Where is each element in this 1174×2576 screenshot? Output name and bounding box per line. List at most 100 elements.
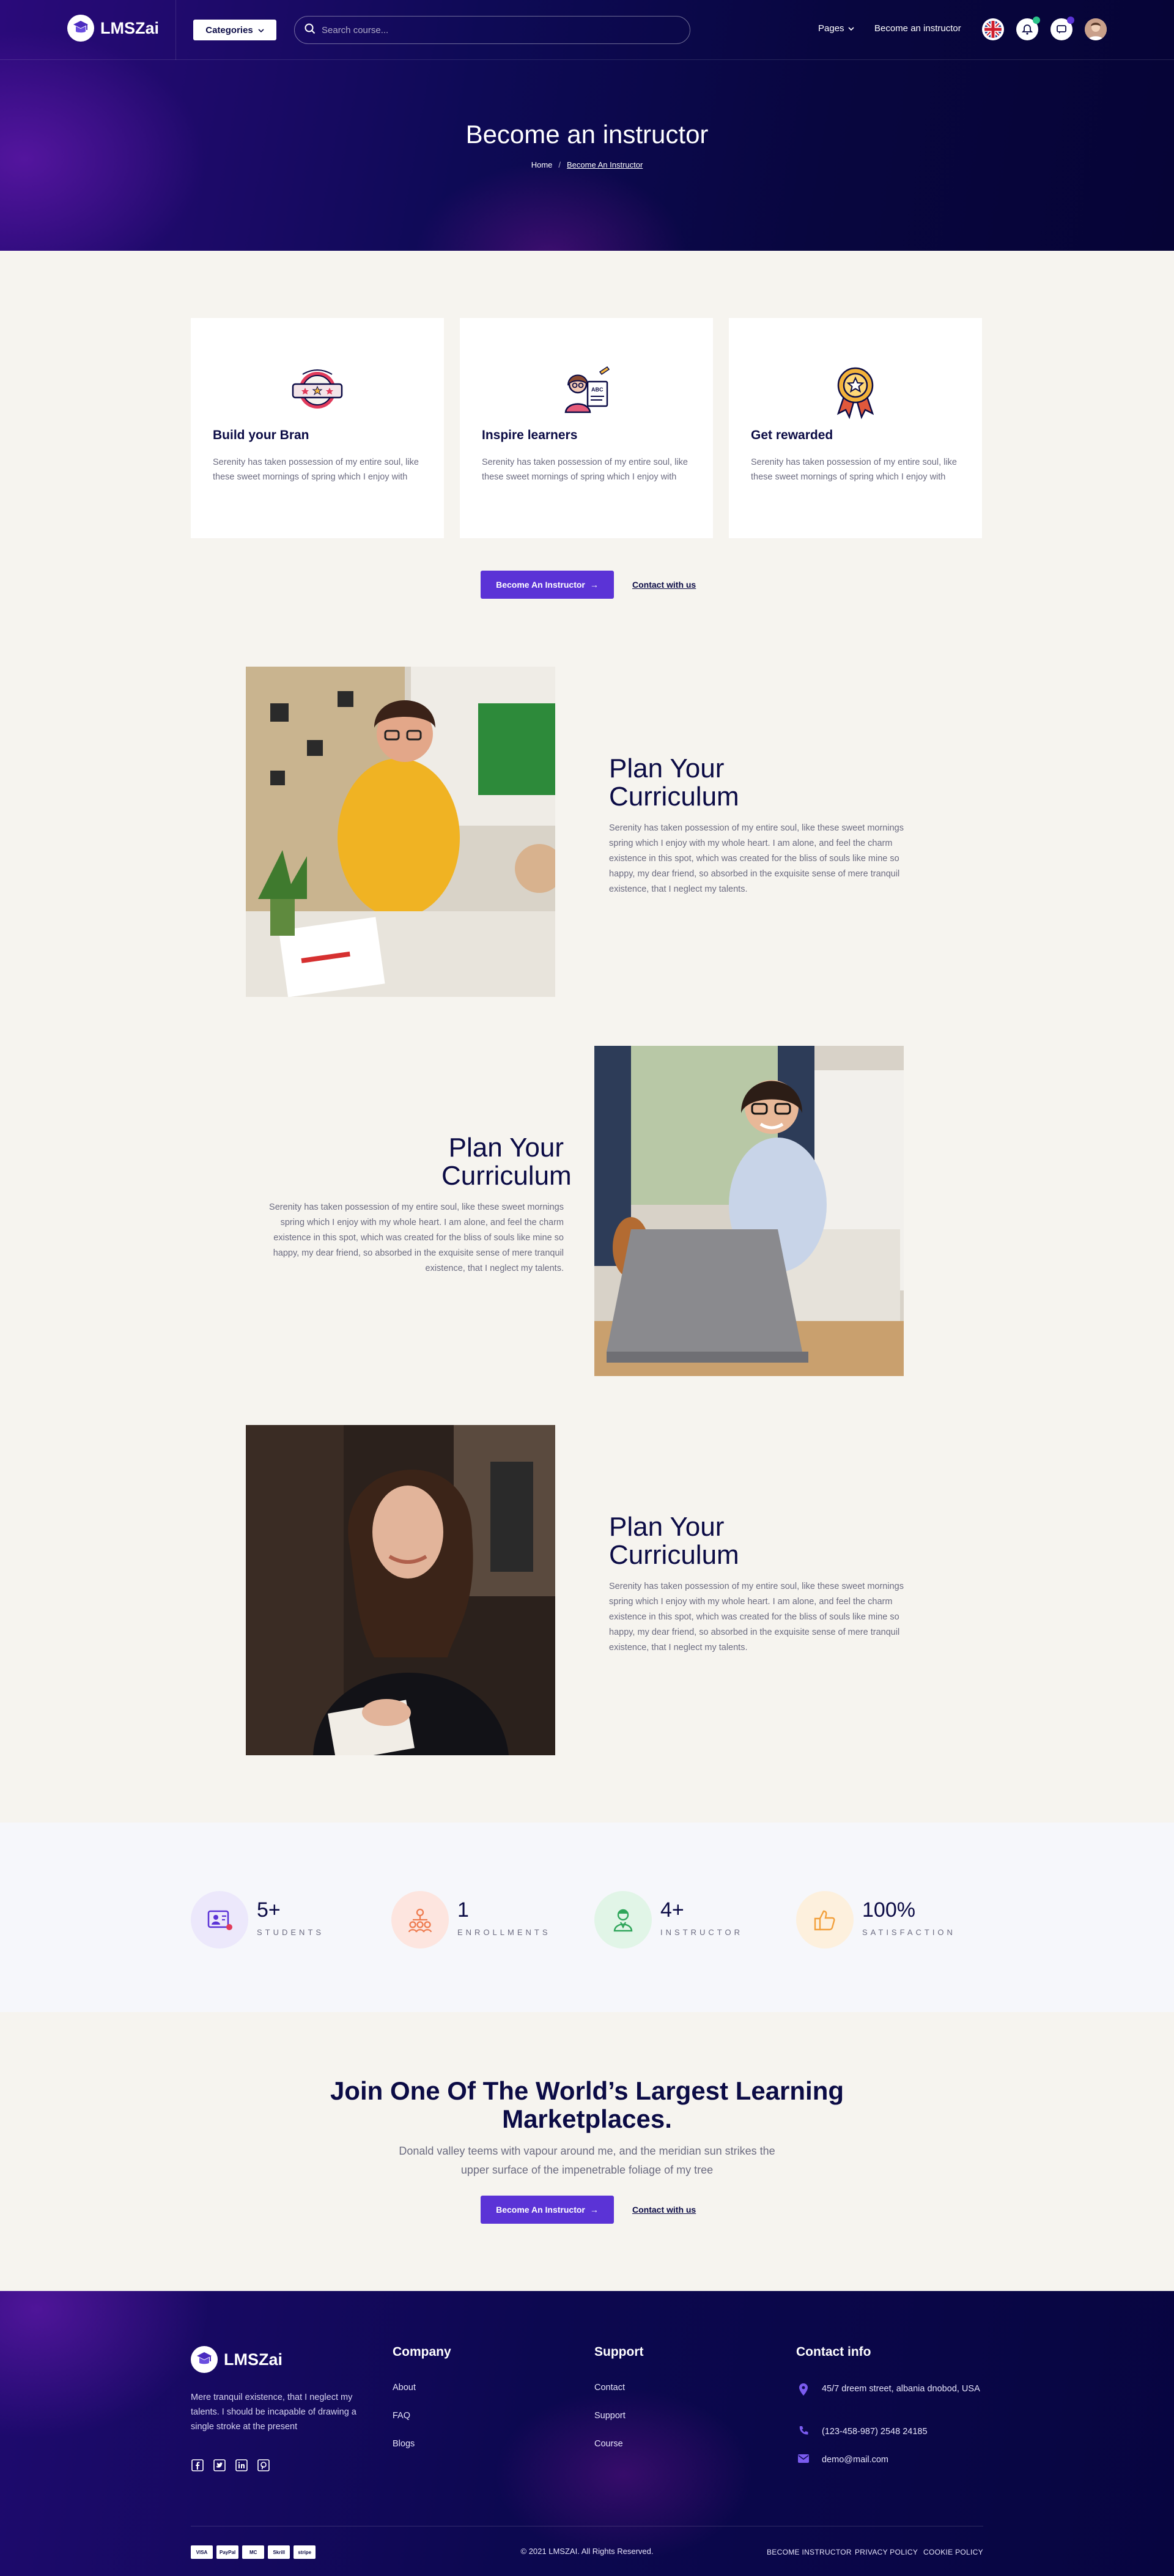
logo[interactable]: LMSZai [67, 15, 159, 42]
footer-email: demo@mail.com [796, 2452, 992, 2467]
cta-title-line: Marketplaces. [502, 2104, 672, 2133]
linkedin-icon[interactable] [235, 2459, 248, 2472]
stat-satisfaction: 100% SATISFACTION [796, 1891, 980, 1950]
breadcrumb-current[interactable]: Become An Instructor [567, 160, 643, 169]
footer-support-title: Support [594, 2345, 644, 2359]
curriculum-text: Serenity has taken possession of my enti… [609, 823, 904, 894]
medal-icon [826, 361, 885, 420]
footer-phone: (123-458-987) 2548 24185 [796, 2424, 992, 2439]
arrow-right-icon: → [589, 580, 599, 590]
stat-label: ENROLLMENTS [457, 1928, 551, 1937]
cta-subtitle: Donald valley teems with vapour around m… [399, 2145, 775, 2176]
breadcrumb-separator: / [558, 160, 561, 169]
contact-link[interactable]: Contact with us [632, 580, 696, 590]
enrollment-icon [391, 1891, 449, 1949]
footer-link-about[interactable]: About [393, 2383, 416, 2393]
facebook-icon[interactable] [191, 2459, 204, 2472]
button-label: Become An Instructor [496, 2205, 585, 2215]
arrow-right-icon: → [589, 2205, 599, 2215]
stat-students: 5+ STUDENTS [191, 1891, 374, 1950]
pages-menu[interactable]: Pages [818, 23, 854, 34]
teacher-board-icon: ABC [557, 361, 616, 420]
curriculum-title: Plan Your Curriculum [609, 755, 739, 811]
categories-button[interactable]: Categories [193, 20, 276, 40]
logo-text: LMSZai [224, 2350, 283, 2369]
footer-link-contact[interactable]: Contact [594, 2383, 625, 2393]
email-text[interactable]: demo@mail.com [822, 2452, 888, 2467]
stat-value: 1 [457, 1898, 469, 1922]
card-text: Serenity has taken possession of my enti… [482, 457, 688, 482]
badge-stars-icon [288, 361, 347, 420]
breadcrumb-home[interactable]: Home [531, 160, 553, 169]
cta-contact-link[interactable]: Contact with us [632, 2205, 696, 2215]
feature-cards: Build your Bran Serenity has taken posse… [191, 318, 982, 538]
copyright: © 2021 LMSZAI. All Rights Reserved. [520, 2547, 654, 2556]
curriculum-title: Plan Your Curriculum [441, 1134, 572, 1190]
thumbs-up-icon [796, 1891, 854, 1949]
phone-icon [796, 2424, 811, 2439]
phone-text[interactable]: (123-458-987) 2548 24185 [822, 2424, 928, 2439]
curriculum-title-line: Plan Your [609, 753, 725, 783]
search-icon [305, 23, 316, 37]
logo-text: LMSZai [100, 18, 160, 37]
cta-become-instructor-button[interactable]: Become An Instructor → [481, 2196, 614, 2224]
pinterest-icon[interactable] [257, 2459, 270, 2472]
student-icon [191, 1891, 248, 1949]
avatar[interactable] [1085, 18, 1107, 40]
notification-dot [1033, 17, 1040, 24]
stat-instructor: 4+ INSTRUCTOR [594, 1891, 778, 1950]
footer-legal-become-instructor[interactable]: BECOME INSTRUCTOR [767, 2548, 852, 2556]
footer: LMSZai Mere tranquil existence, that I n… [0, 2291, 1174, 2576]
stat-label: STUDENTS [257, 1928, 325, 1937]
location-pin-icon [796, 2382, 811, 2396]
footer-link-faq[interactable]: FAQ [393, 2411, 410, 2421]
message-dot [1067, 17, 1074, 24]
footer-legal-cookie[interactable]: COOKIE POLICY [923, 2548, 983, 2556]
teacher-photo [246, 667, 555, 997]
footer-link-blogs[interactable]: Blogs [393, 2439, 415, 2449]
footer-company-title: Company [393, 2345, 451, 2359]
footer-link-support[interactable]: Support [594, 2411, 626, 2421]
message-icon[interactable] [1050, 17, 1074, 40]
logo-icon [191, 2346, 218, 2373]
search-bar[interactable] [294, 16, 690, 44]
search-input[interactable] [322, 24, 664, 35]
student-photo [246, 1425, 555, 1755]
cta-title-line: Join One Of The World’s Largest Learning [330, 2076, 844, 2105]
curriculum-text: Serenity has taken possession of my enti… [609, 1582, 904, 1653]
chevron-down-icon [847, 23, 854, 34]
feature-card: Build your Bran Serenity has taken posse… [191, 318, 444, 538]
twitter-icon[interactable] [213, 2459, 226, 2472]
instructor-laptop-photo [594, 1046, 904, 1376]
curriculum-title-line: Curriculum [609, 1540, 739, 1570]
chevron-down-icon [258, 25, 264, 35]
become-instructor-label: Become an instructor [874, 23, 961, 34]
instructor-icon [594, 1891, 652, 1949]
footer-link-course[interactable]: Course [594, 2439, 623, 2449]
address-text: 45/7 dreem street, albania dnobod, USA [822, 2384, 980, 2394]
card-title: Inspire learners [482, 428, 578, 442]
hero-section: LMSZai Categories Pages Become an instru… [0, 0, 1174, 251]
card-text: Serenity has taken possession of my enti… [213, 457, 419, 482]
card-text: Serenity has taken possession of my enti… [751, 457, 957, 482]
feature-card: ABC Inspire learners Serenity has taken … [460, 318, 713, 538]
categories-label: Categories [205, 24, 253, 35]
become-instructor-button[interactable]: Become An Instructor → [481, 571, 614, 599]
stat-value: 100% [862, 1898, 915, 1922]
email-icon [796, 2452, 811, 2467]
stat-label: SATISFACTION [862, 1928, 956, 1937]
stat-value: 5+ [257, 1898, 281, 1922]
pages-label: Pages [818, 23, 844, 34]
footer-logo[interactable]: LMSZai [191, 2346, 282, 2373]
footer-contact-title: Contact info [796, 2345, 871, 2359]
feature-card: Get rewarded Serenity has taken possessi… [729, 318, 982, 538]
stat-label: INSTRUCTOR [660, 1928, 743, 1937]
cta-title: Join One Of The World’s Largest Learning… [0, 2077, 1174, 2133]
uk-flag-icon[interactable] [982, 18, 1004, 40]
become-instructor-link[interactable]: Become an instructor [874, 23, 961, 34]
card-title: Build your Bran [213, 428, 309, 442]
notification-icon[interactable] [1016, 17, 1040, 40]
page-title: Become an instructor [465, 120, 709, 149]
footer-legal-privacy[interactable]: PRIVACY POLICY [855, 2548, 918, 2556]
stats-section: 5+ STUDENTS 1 ENROLLMENTS 4+ INSTRUCTOR … [0, 1823, 1174, 2012]
